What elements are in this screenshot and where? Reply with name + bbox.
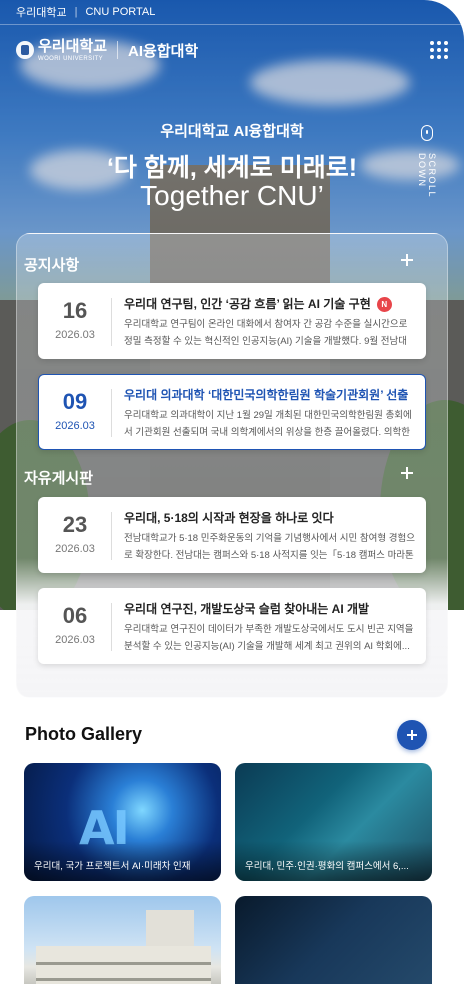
card-description: 우리대학교 연구진이 데이터가 부족한 개발도상국에서도 도시 빈곤 지역을 분… [124,624,414,652]
card-description: 전남대학교가 5·18 민주화운동의 기억을 기념행사에서 시민 참여형 경험으… [124,533,415,561]
topbar-separator: | [74,6,78,18]
site-name[interactable]: AI융합대학 [128,40,198,61]
notice-card[interactable]: 09 2026.03 우리대 의과대학 ‘대한민국의학한림원 학술기관회원’ 선… [38,374,426,450]
card-day: 06 [62,603,88,628]
university-logo[interactable]: 우리대학교 WOORI UNIVERSITY [38,39,107,62]
card-year-month: 2026.03 [55,420,95,432]
gallery-more-plus-icon[interactable] [397,720,427,750]
card-divider [111,298,112,346]
card-year-month: 2026.03 [55,634,95,646]
card-description: 우리대학교 연구팀이 온라인 대화에서 참여자 간 공감 수준을 실시간으로 정… [124,319,408,347]
notice-card[interactable]: 16 2026.03 우리대 연구팀, 인간 ‘공감 흐름’ 읽는 AI 기술 … [38,283,426,359]
gallery-item[interactable] [24,896,221,984]
card-title: 우리대 연구팀, 인간 ‘공감 흐름’ 읽는 AI 기술 구현 N [124,295,414,312]
new-badge: N [376,297,392,312]
card-divider [111,603,112,651]
university-emblem-icon[interactable] [16,41,34,59]
free-board-title: 자유게시판 [24,470,94,487]
topbar-portal-link[interactable]: CNU PORTAL [85,6,155,18]
topbar-university-link[interactable]: 우리대학교 [16,4,67,20]
mouse-icon [421,125,433,141]
hero-subtitle: 우리대학교 AI융합대학 [160,123,304,140]
notice-title: 공지사항 [24,257,80,274]
board-card[interactable]: 06 2026.03 우리대 연구진, 개발도상국 슬럼 찾아내는 AI 개발 … [38,588,426,664]
free-board-more-plus-icon[interactable] [399,465,415,481]
gallery-caption: 우리대, 국가 프로젝트서 AI·미래차 인재 [34,861,191,872]
board-card[interactable]: 23 2026.03 우리대, 5·18의 시작과 현장을 하나로 잇다 전남대… [38,497,426,573]
gallery-item[interactable]: 우리대, 민주·인권·평화의 캠퍼스에서 6,... [235,763,432,881]
hero-title-line1: ‘다 함께, 세계로 미래로! [106,154,358,182]
card-day: 09 [62,389,88,414]
scroll-down-label: SCROLL DOWN [417,152,437,198]
card-description: 우리대학교 의과대학이 지난 1월 29일 개최된 대한민국의학한림원 총회에서… [124,410,412,438]
gallery-item[interactable] [235,896,432,984]
card-year-month: 2026.03 [55,543,95,555]
card-year-month: 2026.03 [55,329,95,341]
card-day: 23 [62,512,88,537]
logo-english: WOORI UNIVERSITY [38,55,104,62]
card-title: 우리대 연구진, 개발도상국 슬럼 찾아내는 AI 개발 [124,602,370,616]
top-utility-bar: 우리대학교 | CNU PORTAL [0,0,464,25]
card-title: 우리대, 5·18의 시작과 현장을 하나로 잇다 [124,511,334,525]
grid-menu-icon[interactable] [430,41,448,59]
gallery-item[interactable]: AI 우리대, 국가 프로젝트서 AI·미래차 인재 [24,763,221,881]
card-day: 16 [62,298,88,323]
logo-korean: 우리대학교 [38,37,108,55]
gallery-title: Photo Gallery [25,724,143,744]
notice-more-plus-icon[interactable] [399,252,415,268]
header-divider [117,41,119,59]
card-title-text: 우리대 연구팀, 인간 ‘공감 흐름’ 읽는 AI 기술 구현 [124,297,371,311]
card-divider [111,512,112,560]
card-title: 우리대 의과대학 ‘대한민국의학한림원 학술기관회원’ 선출 [124,388,409,402]
gallery-caption: 우리대, 민주·인권·평화의 캠퍼스에서 6,... [245,861,409,872]
card-divider [111,389,112,437]
hero-title-line2: Together CNU’ [140,180,324,211]
site-header: 우리대학교 WOORI UNIVERSITY AI융합대학 [16,36,448,64]
scroll-down-indicator[interactable]: SCROLL DOWN [416,125,438,225]
